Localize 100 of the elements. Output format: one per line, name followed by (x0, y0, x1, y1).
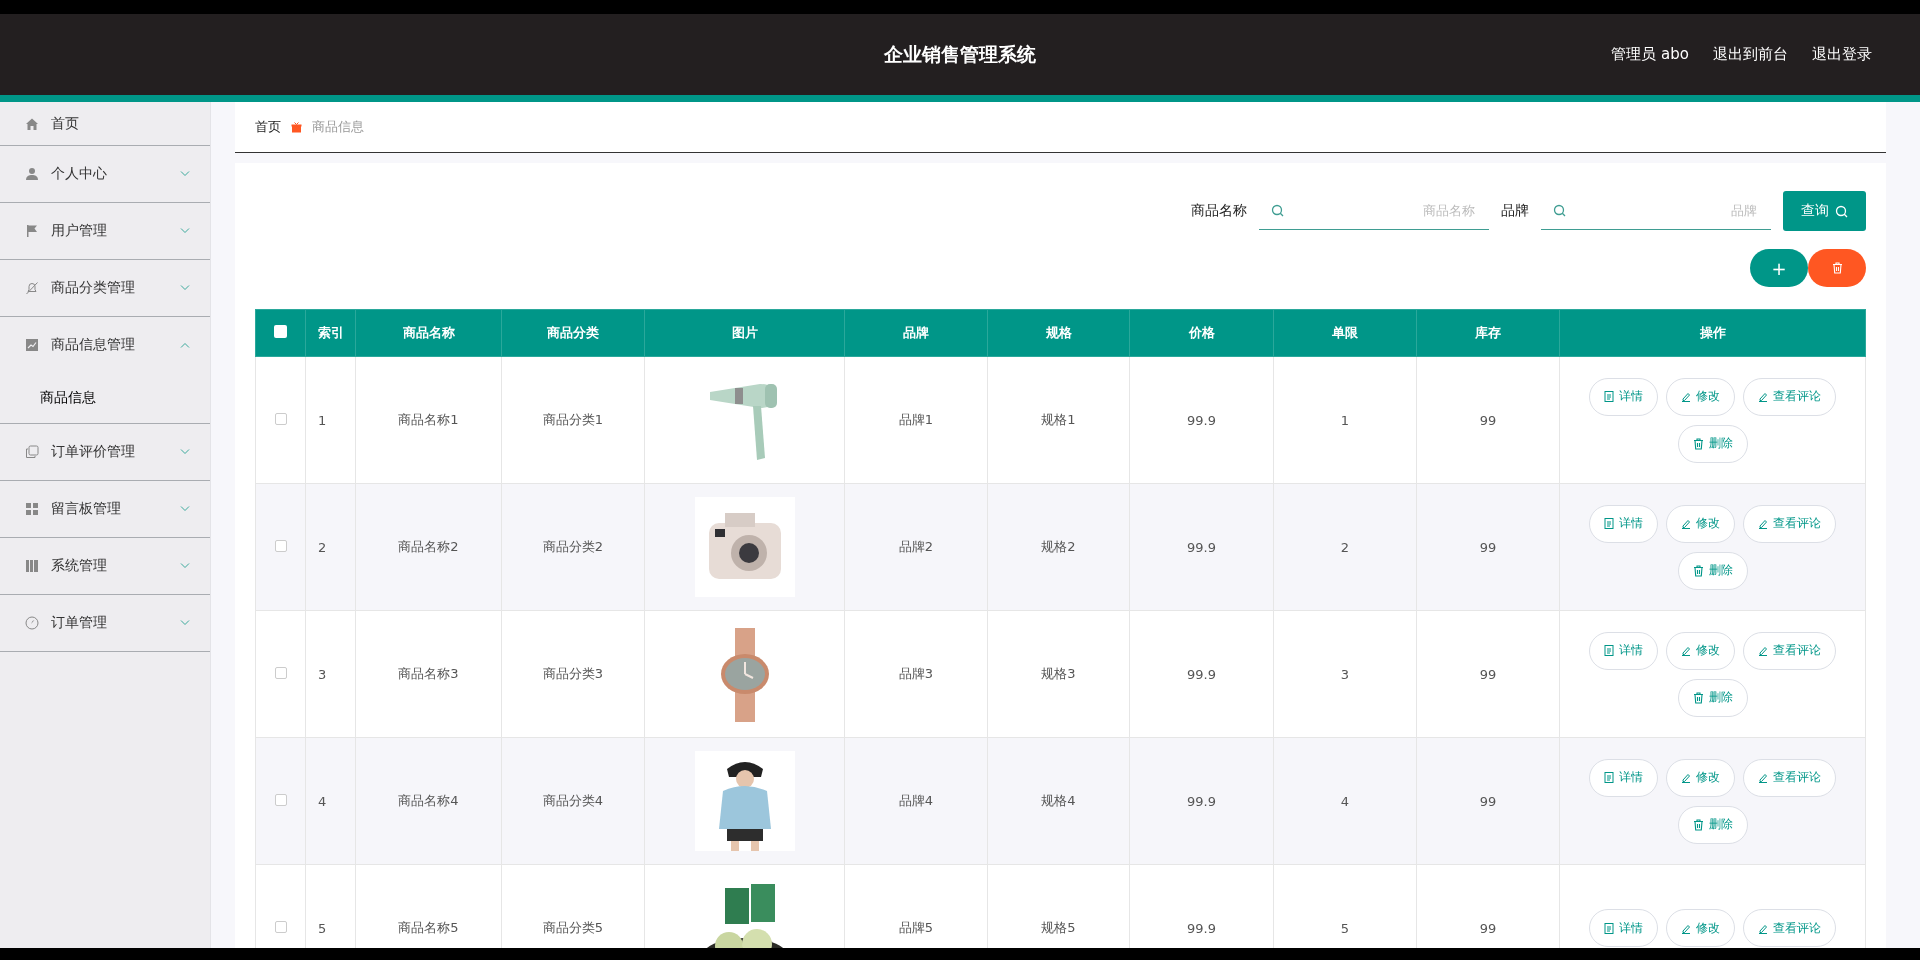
action-button[interactable]: 详情 (1589, 504, 1658, 543)
chevron-down-icon (180, 285, 190, 291)
trash-icon (1692, 437, 1704, 450)
menu-item[interactable]: 个人中心 (0, 146, 210, 202)
pencil-icon (1681, 518, 1691, 529)
table-cell: 99 (1479, 920, 1497, 936)
gift-icon (291, 121, 302, 133)
search-icon (1835, 204, 1848, 218)
action-button[interactable]: 修改 (1666, 758, 1735, 797)
table-cell: 商品分类1 (542, 412, 604, 427)
menu-item[interactable]: 订单评价管理 (0, 424, 210, 480)
action-button[interactable]: 查看评论 (1743, 758, 1836, 797)
trash-icon (1692, 818, 1704, 831)
table-cell: 99.9 (1187, 539, 1216, 555)
add-button[interactable]: + (1750, 249, 1808, 287)
chevron-down-icon (180, 449, 190, 455)
delete-button[interactable] (1808, 249, 1866, 287)
search-field[interactable]: 商品名称 (1284, 202, 1477, 219)
checkbox[interactable] (274, 539, 287, 552)
pencil-icon (1681, 391, 1691, 402)
pencil-icon (1758, 772, 1768, 783)
trash-icon (1692, 564, 1704, 577)
action-button[interactable]: 查看评论 (1743, 631, 1836, 670)
action-button[interactable]: 修改 (1666, 631, 1735, 670)
table-cell: 规格2 (1041, 539, 1076, 554)
menu-item[interactable]: 用户管理 (0, 203, 210, 259)
checkbox[interactable] (274, 666, 287, 679)
menu-item[interactable]: 系统管理 (0, 538, 210, 594)
header-link[interactable]: 退出登录 (1812, 45, 1872, 64)
table-cell: 99.9 (1187, 920, 1216, 936)
column-header: 商品名称 (402, 325, 455, 340)
action-button[interactable]: 查看评论 (1743, 909, 1836, 947)
action-button[interactable]: 查看评论 (1743, 504, 1836, 543)
copy-icon (25, 445, 39, 459)
action-button[interactable]: 修改 (1666, 377, 1735, 416)
action-button[interactable]: 删除 (1677, 551, 1748, 590)
table-cell: 品牌4 (898, 793, 934, 808)
table-cell: 商品名称1 (398, 412, 459, 427)
action-button[interactable]: 修改 (1666, 909, 1735, 947)
menu-item[interactable]: 商品分类管理 (0, 260, 210, 316)
table-cell: 规格1 (1041, 412, 1076, 427)
app-title: 企业销售管理系统 (884, 42, 1036, 65)
table-cell: 99.9 (1187, 666, 1216, 682)
chevron-down-icon (180, 171, 190, 177)
search-icon (1271, 204, 1284, 217)
document-icon (1604, 645, 1614, 656)
checkbox[interactable] (274, 412, 287, 425)
action-button[interactable]: 详情 (1589, 377, 1658, 416)
table-cell: 99 (1479, 793, 1497, 809)
action-button[interactable]: 删除 (1677, 678, 1748, 717)
compass-icon (25, 616, 39, 630)
grid-icon (25, 502, 39, 516)
column-header: 操作 (1699, 325, 1726, 340)
action-button[interactable]: 修改 (1666, 504, 1735, 543)
pencil-icon (1681, 645, 1691, 656)
table-cell: 5 (318, 920, 327, 936)
action-button[interactable]: 查看评论 (1743, 377, 1836, 416)
flag-icon (25, 224, 39, 238)
chevron-down-icon (180, 620, 190, 626)
column-header: 图片 (731, 325, 758, 340)
books-icon (25, 559, 39, 573)
column-header: 单限 (1332, 325, 1358, 340)
pencil-icon (1758, 645, 1768, 656)
action-button[interactable]: 详情 (1589, 758, 1658, 797)
table-cell: 商品名称2 (398, 539, 459, 554)
action-button[interactable]: 删除 (1677, 424, 1748, 463)
checkbox[interactable] (274, 793, 287, 806)
action-button[interactable]: 删除 (1677, 805, 1748, 844)
table-cell: 1 (318, 412, 327, 428)
header-link[interactable]: 退出到前台 (1713, 45, 1788, 64)
breadcrumb-current: 商品信息 (312, 118, 364, 136)
search-field[interactable]: 品牌 (1566, 202, 1759, 219)
action-button[interactable]: 详情 (1589, 909, 1658, 947)
table-cell: 99.9 (1187, 412, 1216, 428)
table-cell: 品牌2 (898, 539, 934, 554)
chevron-down-icon (180, 563, 190, 569)
chart-icon (25, 338, 39, 352)
menu-item[interactable]: 商品信息管理 (0, 317, 210, 373)
menu-item[interactable]: 留言板管理 (0, 481, 210, 537)
action-button[interactable]: 详情 (1589, 631, 1658, 670)
header-link[interactable]: 管理员 abo (1611, 45, 1689, 64)
checkbox[interactable] (274, 920, 287, 933)
table-cell: 3 (318, 666, 327, 682)
menu-item[interactable]: 订单管理 (0, 595, 210, 651)
document-icon (1604, 772, 1614, 783)
column-header: 商品分类 (547, 325, 599, 340)
column-header: 库存 (1475, 325, 1501, 340)
menu-item[interactable]: 首页 (0, 102, 210, 146)
search-button[interactable]: 查询 (1783, 191, 1866, 231)
table-cell: 1 (1340, 412, 1350, 428)
table-cell: 4 (1340, 793, 1350, 809)
table-cell: 2 (1340, 539, 1350, 555)
breadcrumb-link[interactable]: 首页 (255, 118, 281, 136)
table-cell: 2 (318, 539, 327, 555)
checkbox[interactable] (274, 325, 287, 338)
submenu-item[interactable]: 商品信息 (40, 383, 96, 413)
chevron-down-icon (180, 228, 190, 234)
table-cell: 品牌3 (898, 666, 934, 681)
pencil-icon (1758, 518, 1768, 529)
table-cell: 商品分类5 (542, 920, 604, 935)
